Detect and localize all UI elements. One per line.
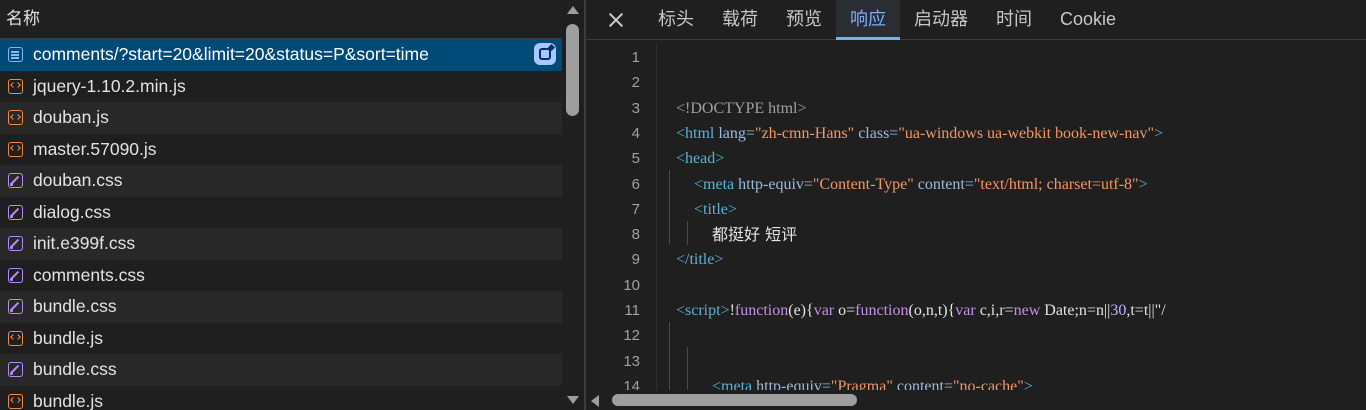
request-name: init.e399f.css [33, 233, 136, 254]
scroll-down-arrow-icon[interactable] [567, 396, 579, 404]
request-detail-panel: 标头 载荷 预览 响应 启动器 时间 Cookie 1 2 3 <!DOCTYPE… [586, 0, 1366, 410]
script-file-icon [8, 141, 23, 157]
script-file-icon [8, 393, 23, 409]
request-row[interactable]: dialog.css [0, 196, 562, 228]
close-icon[interactable] [586, 0, 644, 39]
tab-headers[interactable]: 标头 [644, 0, 708, 39]
script-file-icon [8, 330, 23, 346]
request-name: bundle.css [33, 296, 117, 317]
request-row[interactable]: master.57090.js [0, 133, 562, 165]
code-script: <script>!function(e){var o=function(o,n,… [676, 302, 1166, 319]
line-number: 2 [631, 74, 640, 92]
tab-cookies[interactable]: Cookie [1046, 0, 1130, 39]
request-row[interactable]: bundle.js [0, 322, 562, 354]
request-name: bundle.css [33, 359, 117, 380]
line-number: 3 [631, 99, 640, 117]
request-row[interactable]: bundle.css [0, 354, 562, 386]
detail-tab-bar: 标头 载荷 预览 响应 启动器 时间 Cookie [586, 0, 1366, 40]
request-list-panel: 名称 comments/?start=20&limit=20&status=P&… [0, 0, 562, 410]
request-row[interactable]: comments.css [0, 259, 562, 291]
tab-initiator[interactable]: 启动器 [900, 0, 982, 39]
scrollbar-thumb[interactable] [566, 24, 579, 116]
line-number: 11 [624, 302, 640, 319]
ai-assistant-icon[interactable] [534, 43, 556, 65]
code-horizontal-scrollbar[interactable] [586, 390, 1366, 410]
line-number: 13 [623, 352, 640, 370]
request-name: bundle.js [33, 327, 104, 348]
line-number: 7 [631, 200, 640, 218]
request-row[interactable]: douban.css [0, 165, 562, 197]
name-column-header[interactable]: 名称 [0, 0, 562, 39]
code-meta: <meta http-equiv="Content-Type" content=… [694, 175, 1148, 193]
line-number: 14 [623, 377, 640, 390]
stylesheet-icon [8, 362, 23, 378]
scroll-up-arrow-icon[interactable] [567, 6, 579, 14]
line-number: 10 [623, 276, 640, 294]
line-number: 5 [631, 150, 640, 168]
request-name: comments.css [33, 264, 145, 285]
request-name: comments/?start=20&limit=20&status=P&sor… [33, 44, 429, 65]
line-number: 8 [631, 226, 640, 244]
line-number: 6 [631, 175, 640, 193]
request-name: douban.css [33, 170, 123, 191]
line-number: 4 [631, 124, 640, 142]
code-head-open: <head> [676, 150, 725, 168]
script-file-icon [8, 110, 23, 126]
line-number: 12 [623, 327, 640, 345]
stylesheet-icon [8, 299, 23, 315]
tab-response[interactable]: 响应 [836, 0, 900, 40]
code-title-text: 都挺好 短评 [712, 225, 798, 245]
stylesheet-icon [8, 173, 23, 189]
stylesheet-icon [8, 236, 23, 252]
code-meta-pragma: <meta http-equiv="Pragma" content="no-ca… [712, 377, 1033, 390]
code-title-open: <title> [694, 200, 737, 218]
tab-payload[interactable]: 载荷 [708, 0, 772, 39]
request-name: douban.js [33, 107, 109, 128]
stylesheet-icon [8, 204, 23, 220]
request-row[interactable]: bundle.css [0, 291, 562, 323]
code-html-open: <html lang="zh-cmn-Hans" class="ua-windo… [676, 124, 1164, 142]
request-name: jquery-1.10.2.min.js [33, 75, 186, 96]
stylesheet-icon [8, 267, 23, 283]
request-row[interactable]: init.e399f.css [0, 228, 562, 260]
request-row[interactable]: bundle.js [0, 385, 562, 410]
line-number: 9 [631, 251, 640, 269]
request-list-scrollbar[interactable] [562, 0, 584, 410]
request-row[interactable]: douban.js [0, 102, 562, 134]
request-row[interactable]: comments/?start=20&limit=20&status=P&sor… [0, 39, 562, 71]
request-name: dialog.css [33, 201, 111, 222]
line-number: 1 [631, 49, 640, 66]
scroll-left-arrow-icon[interactable] [591, 395, 599, 407]
request-row[interactable]: jquery-1.10.2.min.js [0, 70, 562, 102]
scrollbar-thumb[interactable] [612, 394, 857, 406]
response-code-view[interactable]: 1 2 3 <!DOCTYPE html> 4 <html lang="zh-cmn… [586, 44, 1366, 390]
tab-timing[interactable]: 时间 [982, 0, 1046, 39]
tab-preview[interactable]: 预览 [772, 0, 836, 39]
script-file-icon [8, 78, 23, 94]
code-doctype: <!DOCTYPE html> [676, 99, 807, 117]
code-title-close: </title> [676, 251, 724, 269]
request-name: bundle.js [33, 390, 104, 410]
request-name: master.57090.js [33, 138, 157, 159]
document-icon [8, 47, 23, 63]
